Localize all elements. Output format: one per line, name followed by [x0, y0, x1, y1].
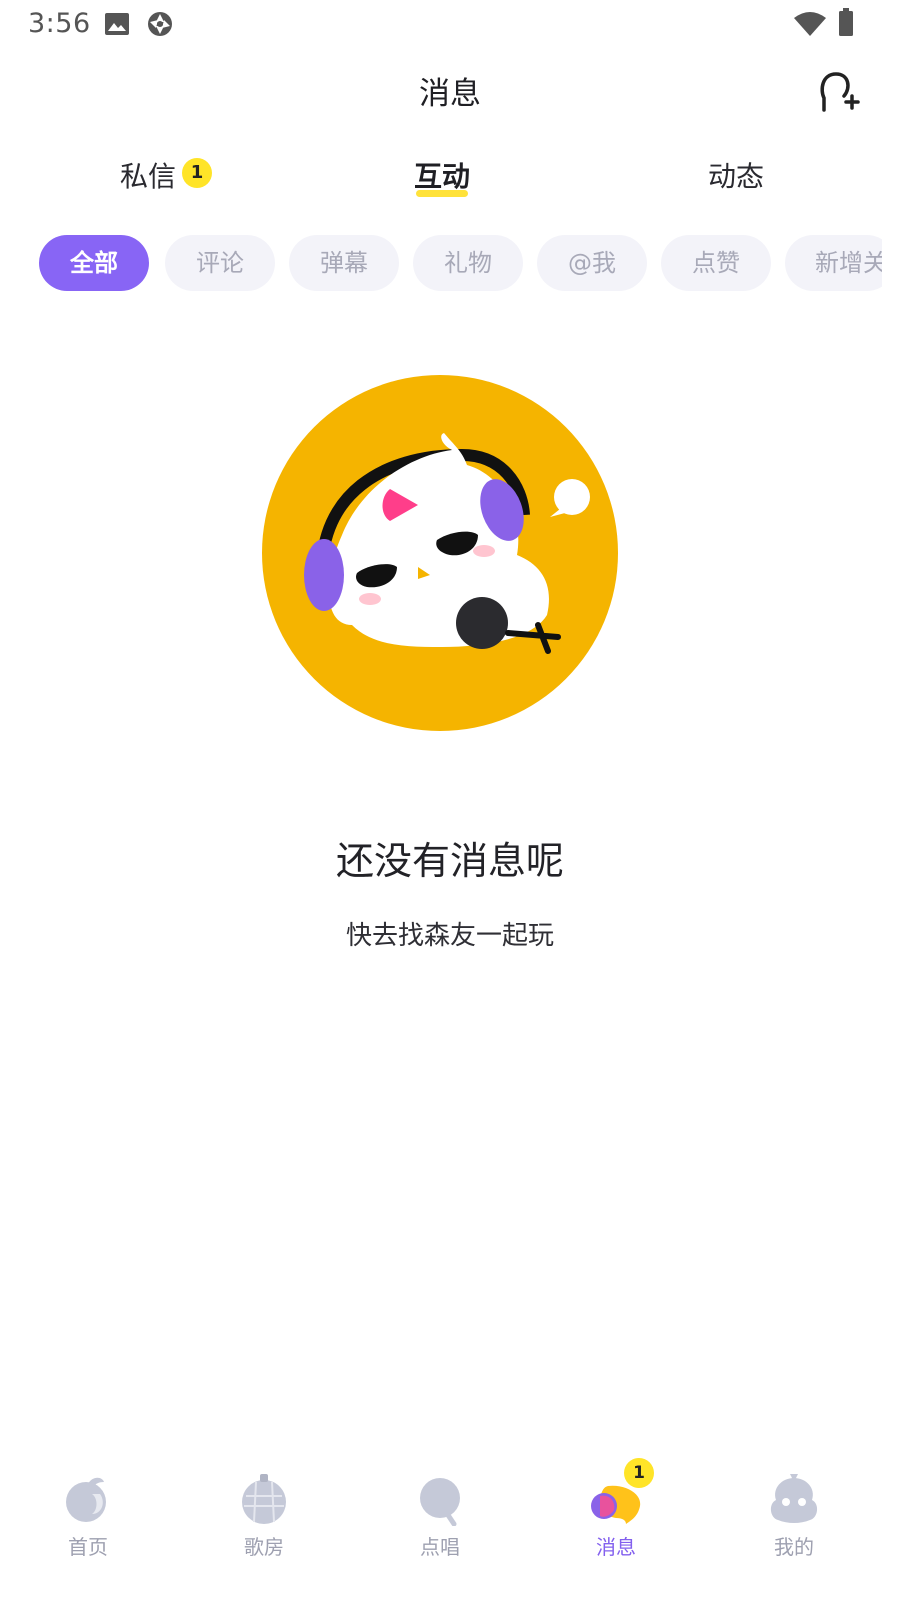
add-friend-icon[interactable] — [818, 68, 860, 114]
sync-icon — [148, 12, 172, 36]
nav-item-sing[interactable]: 点唱 — [380, 1460, 500, 1560]
nav-label: 点唱 — [420, 1535, 460, 1559]
image-icon — [105, 13, 129, 35]
chip-likes[interactable]: 点赞 — [661, 235, 771, 291]
chip-new-follows[interactable]: 新增关 — [785, 235, 882, 291]
status-time: 3:56 — [28, 8, 91, 39]
chip-mentions[interactable]: @我 — [537, 235, 647, 291]
nav-item-song-room[interactable]: 歌房 — [204, 1460, 324, 1560]
page-title: 消息 — [419, 76, 481, 112]
main-tabs: 私信 1 互动 动态 — [0, 155, 900, 205]
microphone-icon — [420, 1478, 460, 1526]
bottom-navigation: 首页 歌房 点唱 1 消息 我的 — [0, 1458, 900, 1600]
tab-label: 互动 — [414, 160, 471, 193]
tab-activity[interactable]: 动态 — [708, 155, 764, 195]
empty-state-subtitle: 快去找森友一起玩 — [345, 921, 554, 951]
nav-item-profile[interactable]: 我的 — [734, 1460, 854, 1560]
wifi-icon — [794, 12, 826, 36]
unread-badge: 1 — [624, 1458, 654, 1488]
empty-state-title: 还没有消息呢 — [335, 839, 564, 883]
tab-label: 动态 — [708, 160, 765, 193]
home-icon — [66, 1477, 106, 1522]
disco-ball-icon — [242, 1474, 286, 1524]
unread-badge: 1 — [182, 158, 212, 188]
tab-interactions[interactable]: 互动 — [414, 155, 471, 197]
nav-item-home[interactable]: 首页 — [28, 1460, 148, 1560]
status-bar: 3:56 — [0, 0, 900, 48]
chip-comments[interactable]: 评论 — [165, 235, 275, 291]
chip-all[interactable]: 全部 — [39, 235, 149, 291]
nav-label: 首页 — [68, 1535, 108, 1559]
nav-label: 我的 — [774, 1535, 814, 1559]
chip-danmaku[interactable]: 弹幕 — [289, 235, 399, 291]
chip-gifts[interactable]: 礼物 — [413, 235, 523, 291]
nav-label: 歌房 — [244, 1535, 284, 1559]
battery-icon — [839, 8, 853, 36]
profile-icon — [770, 1474, 818, 1523]
filter-chips: 全部 评论 弹幕 礼物 @我 点赞 新增关 — [39, 235, 882, 291]
tab-label: 私信 — [120, 160, 177, 193]
nav-item-messages[interactable]: 1 消息 — [556, 1458, 676, 1560]
tab-private-messages[interactable]: 私信 — [120, 155, 176, 195]
nav-label: 消息 — [596, 1535, 636, 1559]
empty-state-mascot-illustration — [262, 375, 618, 731]
